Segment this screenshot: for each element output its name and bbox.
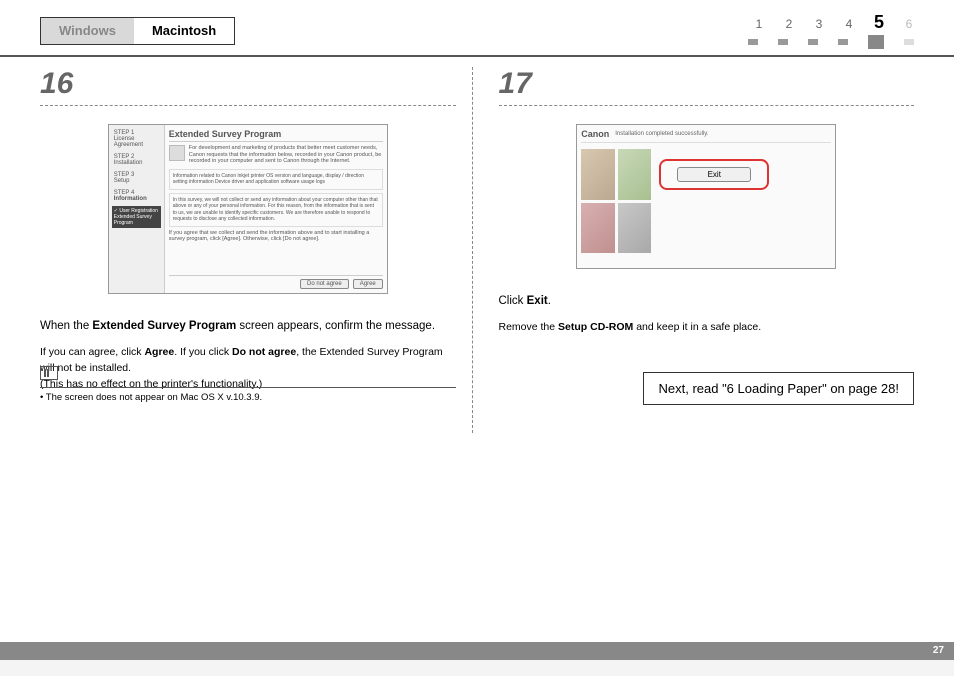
dot-2 (778, 39, 788, 45)
page-content: 16 STEP 1License Agreement STEP 2Install… (0, 57, 954, 433)
chapter-5-current: 5 (874, 12, 884, 33)
note-text: • The screen does not appear on Mac OS X… (40, 392, 456, 403)
photo-4 (618, 203, 652, 254)
step16-instruction1: When the Extended Survey Program screen … (40, 318, 456, 335)
step-16-number: 16 (40, 67, 456, 106)
survey-dialog-main: Extended Survey Program For development … (165, 125, 387, 293)
exit-highlight: Exit (659, 159, 769, 190)
chapter-6: 6 (904, 17, 914, 31)
page-number: 27 (933, 645, 944, 656)
photo-1 (581, 149, 615, 200)
complete-message: Installation completed successfully. (615, 131, 708, 137)
chapter-1: 1 (754, 17, 764, 31)
exit-button[interactable]: Exit (677, 167, 751, 182)
page-header: Windows Macintosh 1 2 3 4 5 6 (0, 0, 954, 57)
sidebar-step2: STEP 2Installation (112, 152, 161, 168)
complete-dialog: Canon Installation completed successfull… (576, 124, 836, 269)
note-box: • The screen does not appear on Mac OS X… (40, 366, 456, 403)
survey-dialog-sidebar: STEP 1License Agreement STEP 2Installati… (109, 125, 165, 293)
chapter-3: 3 (814, 17, 824, 31)
survey-para2: In this survey, we will not collect or s… (169, 193, 383, 227)
tab-macintosh[interactable]: Macintosh (134, 18, 234, 44)
note-book-icon (40, 366, 58, 380)
page-footer: 27 (0, 642, 954, 660)
sidebar-highlight: ✓ User RegistrationExtended Survey Progr… (112, 206, 161, 228)
step17-instruction2: Remove the Setup CD-ROM and keep it in a… (499, 320, 915, 336)
do-not-agree-button[interactable]: Do not agree (300, 279, 349, 289)
sidebar-step4: STEP 4Information (112, 188, 161, 204)
dot-1 (748, 39, 758, 45)
chapter-numbers: 1 2 3 4 5 6 (754, 12, 914, 33)
note-divider (40, 387, 456, 388)
chapter-dots (748, 35, 914, 49)
photo-3 (581, 203, 615, 254)
os-tabs: Windows Macintosh (40, 17, 235, 45)
step17-instruction1: Click Exit. (499, 293, 915, 310)
complete-body: Exit (581, 143, 831, 253)
photo-grid (581, 149, 651, 253)
survey-dialog-desc: For development and marketing of product… (189, 145, 383, 165)
photo-2 (618, 149, 652, 200)
survey-dialog: STEP 1License Agreement STEP 2Installati… (108, 124, 388, 294)
dot-5-current (868, 35, 884, 49)
step-16-screenshot: STEP 1License Agreement STEP 2Installati… (40, 116, 456, 302)
chapter-4: 4 (844, 17, 854, 31)
agree-button[interactable]: Agree (353, 279, 383, 289)
dot-4 (838, 39, 848, 45)
sidebar-step1: STEP 1License Agreement (112, 128, 161, 150)
step-16-column: 16 STEP 1License Agreement STEP 2Install… (40, 67, 473, 433)
complete-right: Exit (659, 149, 831, 253)
tab-windows[interactable]: Windows (41, 18, 134, 44)
step-17-screenshot: Canon Installation completed successfull… (499, 116, 915, 277)
next-read-box: Next, read "6 Loading Paper" on page 28! (643, 372, 914, 405)
complete-titlebar: Canon Installation completed successfull… (581, 129, 831, 143)
step-17-number: 17 (499, 67, 915, 106)
chapter-progress: 1 2 3 4 5 6 (748, 12, 914, 49)
sidebar-step3: STEP 3Setup (112, 170, 161, 186)
survey-dialog-title: Extended Survey Program (169, 129, 383, 142)
survey-button-row: Do not agree Agree (169, 275, 383, 289)
manual-page: Windows Macintosh 1 2 3 4 5 6 (0, 0, 954, 660)
dot-6 (904, 39, 914, 45)
dot-3 (808, 39, 818, 45)
step-17-column: 17 Canon Installation completed successf… (483, 67, 915, 433)
survey-para1: Information related to Canon inkjet prin… (169, 169, 383, 190)
survey-para3: If you agree that we collect and send th… (169, 230, 383, 275)
canon-logo: Canon (581, 129, 609, 139)
chapter-2: 2 (784, 17, 794, 31)
box-icon (169, 145, 185, 161)
